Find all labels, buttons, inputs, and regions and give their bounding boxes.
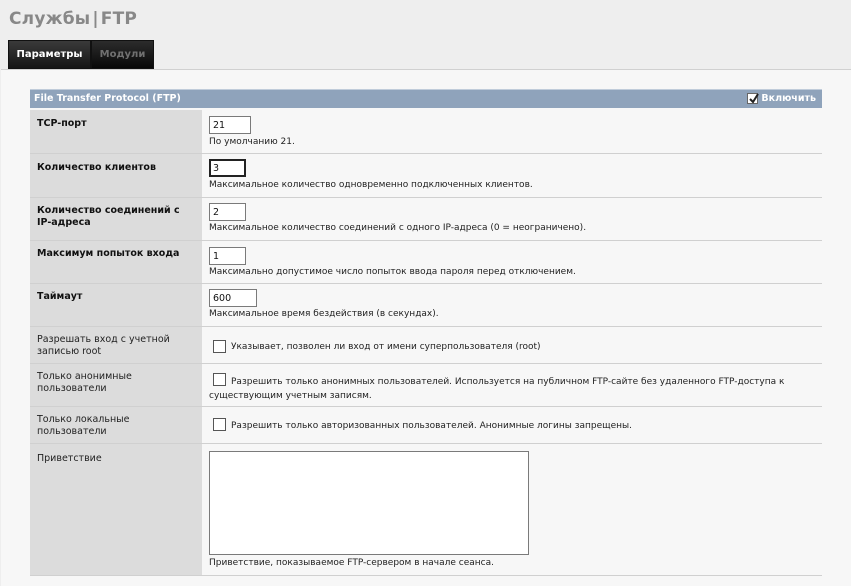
max-clients-hint: Максимальное количество одновременно под… bbox=[209, 180, 533, 190]
label-cell: Только локальные пользователи bbox=[30, 407, 202, 443]
label-cell: Таймаут bbox=[30, 284, 202, 326]
max-login-input[interactable]: 1 bbox=[209, 247, 246, 265]
label-cell: Максимум попыток входа bbox=[30, 241, 202, 283]
tab-modules[interactable]: Модули bbox=[91, 40, 154, 69]
value-cell: 3 Максимальное количество одновременно п… bbox=[202, 154, 822, 197]
timeout-hint: Максимальное время бездействия (в секунд… bbox=[209, 309, 439, 319]
timeout-label: Таймаут bbox=[37, 291, 83, 302]
tcp-port-label: TCP-порт bbox=[37, 118, 87, 129]
root-login-label: Разрешать вход с учетной записью root bbox=[37, 334, 170, 357]
banner-label: Приветствие bbox=[37, 453, 102, 464]
banner-textarea[interactable] bbox=[209, 451, 529, 555]
tcp-port-hint: По умолчанию 21. bbox=[209, 137, 295, 147]
row-max-conn-ip: Количество соединений с IP-адреса 2 Макс… bbox=[30, 198, 822, 241]
section-header: File Transfer Protocol (FTP) Включить bbox=[30, 89, 822, 108]
label-cell: Количество клиентов bbox=[30, 154, 202, 197]
row-local-only: Только локальные пользователи Разрешить … bbox=[30, 407, 822, 444]
value-cell: 600 Максимальное время бездействия (в се… bbox=[202, 284, 822, 326]
max-login-label: Максимум попыток входа bbox=[37, 248, 180, 259]
max-clients-input[interactable]: 3 bbox=[209, 159, 246, 177]
timeout-input[interactable]: 600 bbox=[209, 289, 257, 307]
label-cell: Только анонимные пользователи bbox=[30, 364, 202, 406]
enable-checkbox[interactable] bbox=[747, 93, 760, 104]
value-cell: Приветствие, показываемое FTP-сервером в… bbox=[202, 444, 822, 575]
label-cell: TCP-порт bbox=[30, 110, 202, 153]
enable-toggle[interactable]: Включить bbox=[747, 93, 816, 104]
tab-parameters[interactable]: Параметры bbox=[8, 40, 91, 69]
max-login-hint: Максимально допустимое число попыток вво… bbox=[209, 267, 576, 277]
row-anon-only: Только анонимные пользователи Разрешить … bbox=[30, 364, 822, 407]
max-clients-label: Количество клиентов bbox=[37, 162, 156, 173]
max-conn-ip-hint: Максимальное количество соединений с одн… bbox=[209, 223, 587, 233]
row-banner: Приветствие Приветствие, показываемое FT… bbox=[30, 444, 822, 576]
page-title-section: Службы bbox=[9, 9, 91, 29]
max-conn-ip-input[interactable]: 2 bbox=[209, 203, 246, 221]
label-cell: Приветствие bbox=[30, 444, 202, 575]
row-max-login: Максимум попыток входа 1 Максимально доп… bbox=[30, 241, 822, 284]
row-timeout: Таймаут 600 Максимальное время бездейств… bbox=[30, 284, 822, 327]
checkmark-icon bbox=[749, 93, 760, 104]
local-only-label: Только локальные пользователи bbox=[37, 414, 130, 437]
value-cell: 1 Максимально допустимое число попыток в… bbox=[202, 241, 822, 283]
section-title: File Transfer Protocol (FTP) bbox=[34, 93, 181, 104]
value-cell: 21 По умолчанию 21. bbox=[202, 110, 822, 153]
max-conn-ip-label: Количество соединений с IP-адреса bbox=[37, 205, 180, 228]
value-cell: 2 Максимальное количество соединений с о… bbox=[202, 198, 822, 240]
banner-hint: Приветствие, показываемое FTP-сервером в… bbox=[209, 558, 494, 568]
value-cell: Разрешить только авторизованных пользова… bbox=[202, 407, 822, 443]
root-login-checkbox[interactable] bbox=[213, 340, 226, 353]
row-root-login: Разрешать вход с учетной записью root Ук… bbox=[30, 327, 822, 364]
local-only-text: Разрешить только авторизованных пользова… bbox=[231, 421, 633, 431]
local-only-checkbox[interactable] bbox=[213, 418, 226, 431]
tcp-port-input[interactable]: 21 bbox=[209, 116, 251, 134]
anon-only-label: Только анонимные пользователи bbox=[37, 371, 132, 394]
row-max-clients: Количество клиентов 3 Максимальное колич… bbox=[30, 154, 822, 198]
label-cell: Количество соединений с IP-адреса bbox=[30, 198, 202, 240]
row-tcp-port: TCP-порт 21 По умолчанию 21. bbox=[30, 110, 822, 154]
page-title-separator: | bbox=[92, 9, 99, 29]
value-cell: Указывает, позволен ли вход от имени суп… bbox=[202, 327, 822, 363]
label-cell: Разрешать вход с учетной записью root bbox=[30, 327, 202, 363]
anon-only-text: Разрешить только анонимных пользователей… bbox=[209, 377, 785, 401]
page-title-page: FTP bbox=[100, 9, 138, 29]
value-cell: Разрешить только анонимных пользователей… bbox=[202, 364, 822, 406]
page-title: Службы | FTP bbox=[9, 9, 137, 29]
root-login-text: Указывает, позволен ли вход от имени суп… bbox=[231, 342, 541, 352]
enable-label: Включить bbox=[761, 93, 816, 104]
